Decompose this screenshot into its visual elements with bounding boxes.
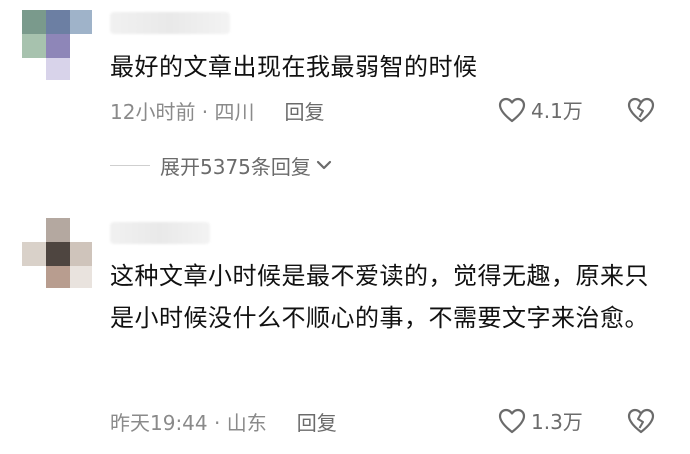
reply-button[interactable]: 回复 [297, 407, 337, 436]
comment-text: 最好的文章出现在我最弱智的时候 [110, 53, 478, 81]
comment-time-location: 昨天19:44 · 山东 [110, 410, 267, 435]
comment-meta: 昨天19:44 · 山东 回复 [110, 406, 337, 436]
expand-replies-button[interactable]: 展开5375条回复 [110, 150, 333, 180]
like-count: 1.3万 [531, 410, 583, 434]
username-blurred[interactable] [110, 12, 230, 34]
broken-heart-icon [627, 97, 655, 123]
dislike-button[interactable] [626, 96, 656, 128]
chevron-down-icon [316, 160, 332, 170]
avatar[interactable] [22, 218, 92, 288]
dislike-button[interactable] [626, 407, 656, 439]
heart-outline-icon [498, 97, 526, 122]
heart-outline-icon [498, 408, 526, 433]
avatar[interactable] [22, 10, 92, 80]
like-button[interactable]: 4.1万 [497, 95, 583, 124]
comment-text: 这种文章小时候是最不爱读的，觉得无趣，原来只是小时候没什么不顺心的事，不需要文字… [110, 262, 649, 332]
comment-meta: 12小时前 · 四川 回复 [110, 95, 325, 125]
reply-button[interactable]: 回复 [285, 96, 325, 125]
comment-time-location: 12小时前 · 四川 [110, 99, 255, 124]
divider-line [110, 164, 150, 166]
username-blurred[interactable] [110, 222, 210, 244]
expand-replies-label: 展开5375条回复 [160, 154, 311, 179]
like-button[interactable]: 1.3万 [497, 406, 583, 435]
broken-heart-icon [627, 408, 655, 434]
like-count: 4.1万 [531, 99, 583, 123]
